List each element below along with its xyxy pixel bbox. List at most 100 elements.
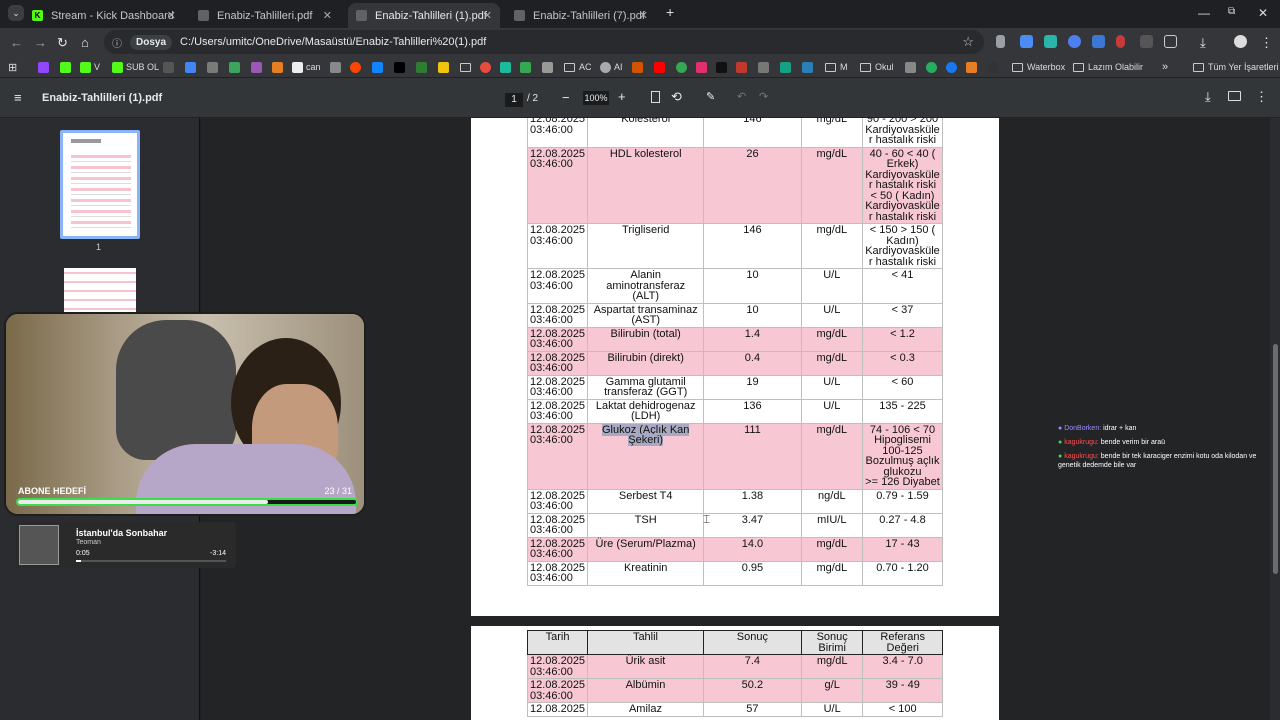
bookmark-ai[interactable]: AI: [600, 60, 623, 74]
menu-kebab-icon[interactable]: ⋮: [1260, 35, 1273, 51]
bookmark-tiktok[interactable]: [716, 60, 730, 74]
bookmark-x[interactable]: [394, 60, 408, 74]
bookmark-icon[interactable]: [330, 60, 344, 74]
page-number-input[interactable]: 1: [505, 93, 523, 107]
bookmark-maps[interactable]: [676, 60, 690, 74]
download-icon[interactable]: ⤓: [1200, 35, 1206, 51]
browser-tab[interactable]: Enabiz-Tahlilleri (7).pdf ✕: [506, 3, 656, 28]
more-options-icon[interactable]: ⋮: [1255, 89, 1268, 105]
pen-extension-icon[interactable]: [996, 35, 1005, 48]
bookmark-instagram[interactable]: [696, 60, 710, 74]
info-icon[interactable]: ⓘ: [112, 35, 122, 50]
bookmark-icon[interactable]: [736, 60, 750, 74]
bookmark-can[interactable]: can: [292, 60, 321, 74]
sidebar-menu-icon[interactable]: ≡: [14, 90, 22, 105]
bookmark-icon[interactable]: [632, 60, 646, 74]
chat-username: DonBorken:: [1064, 425, 1102, 432]
annotate-icon[interactable]: ✎: [706, 90, 715, 103]
bookmarks-more[interactable]: »: [1162, 60, 1168, 74]
apps-grid-icon[interactable]: ⊞: [8, 60, 17, 74]
tab-close-icon[interactable]: ✕: [323, 9, 332, 22]
bookmark-icon[interactable]: [416, 60, 430, 74]
bookmark-reddit[interactable]: [350, 60, 364, 74]
undo-icon[interactable]: ↶: [737, 90, 746, 103]
bookmark-icon[interactable]: [251, 60, 265, 74]
bookmark-bluesky[interactable]: [372, 60, 386, 74]
browser-tab[interactable]: Enabiz-Tahlilleri.pdf ✕: [190, 3, 340, 28]
profile-avatar[interactable]: [1234, 35, 1247, 48]
zoom-in-icon[interactable]: +: [618, 89, 626, 104]
extension-icon[interactable]: [1020, 35, 1033, 48]
bookmark-icon[interactable]: [438, 60, 452, 74]
bookmark-icon[interactable]: [802, 60, 816, 74]
print-icon[interactable]: [1228, 91, 1241, 101]
tab-close-icon[interactable]: ✕: [639, 9, 648, 22]
new-tab-plus-icon[interactable]: +: [666, 4, 674, 20]
bookmark-icon[interactable]: [542, 60, 556, 74]
bookmark-icon[interactable]: [229, 60, 243, 74]
bookmark-folder-lazim[interactable]: Lazım Olabilir: [1073, 60, 1143, 74]
bookmark-folder-ac[interactable]: AC: [564, 60, 592, 74]
page-thumbnail-2[interactable]: [64, 268, 136, 312]
bookmark-twitch[interactable]: [38, 60, 52, 74]
download-pdf-icon[interactable]: ⤓: [1205, 89, 1211, 105]
bookmark-icon[interactable]: [905, 60, 919, 74]
tab-close-icon[interactable]: ✕: [483, 9, 492, 22]
bookmark-folder-okul[interactable]: Okul: [860, 60, 894, 74]
zoom-level[interactable]: 100%: [583, 91, 609, 105]
table-row: 12.08.2025 03:46:00 Alanin aminotransfera…: [526, 268, 944, 304]
bookmark-icon[interactable]: [500, 60, 514, 74]
browser-tab[interactable]: K Stream - Kick Dashboard ✕: [24, 3, 184, 28]
bookmark-icon[interactable]: [926, 60, 940, 74]
translate-extension-icon[interactable]: [1092, 35, 1105, 48]
rotate-icon[interactable]: ⟲: [671, 89, 682, 105]
bookmark-star-icon[interactable]: ☆: [962, 34, 974, 50]
bookmark-icon[interactable]: [163, 60, 177, 74]
address-bar[interactable]: ⓘ Dosya C:/Users/umitc/OneDrive/Masaüstü…: [104, 30, 984, 54]
home-icon[interactable]: ⌂: [81, 35, 89, 50]
close-window-icon[interactable]: ✕: [1258, 6, 1268, 20]
bookmark-youtube[interactable]: [654, 60, 668, 74]
forward-icon[interactable]: →: [34, 35, 47, 50]
restore-icon[interactable]: ⧉: [1228, 6, 1235, 17]
extension-icon[interactable]: [1044, 35, 1057, 48]
bookmark-drive[interactable]: [520, 60, 534, 74]
bookmark-sub-ol[interactable]: SUB OL: [112, 60, 159, 74]
date-cell-text: 12.08.2025 03:46:00: [530, 423, 586, 446]
browser-tab[interactable]: Enabiz-Tahlilleri (1).pdf ✕: [348, 3, 500, 28]
bookmark-icon[interactable]: [780, 60, 794, 74]
bookmark-icon[interactable]: [207, 60, 221, 74]
bookmark-folder-all[interactable]: Tüm Yer İşaretleri: [1193, 60, 1279, 74]
date-cell-text: 12.08.2025 03:46:00: [530, 147, 586, 170]
zoom-out-icon[interactable]: −: [562, 90, 570, 105]
redo-icon[interactable]: ↷: [759, 90, 768, 103]
bookmark-github[interactable]: [988, 60, 1002, 74]
bookmark-facebook[interactable]: [946, 60, 960, 74]
bookmark-dh[interactable]: [272, 60, 286, 74]
bookmark-folder-waterbox[interactable]: Waterbox: [1012, 60, 1065, 74]
fit-page-icon[interactable]: [651, 91, 660, 103]
tab-search-icon[interactable]: ⌄: [8, 5, 24, 21]
bookmark-folder[interactable]: [460, 60, 475, 74]
minimize-icon[interactable]: —: [1198, 6, 1210, 20]
page-thumbnail-1[interactable]: [60, 130, 140, 239]
unit-cell-text: U/L: [823, 269, 841, 281]
tab-close-icon[interactable]: ✕: [167, 9, 176, 22]
bookmark-icon[interactable]: [758, 60, 772, 74]
url-text[interactable]: C:/Users/umitc/OneDrive/Masaüstü/Enabiz-…: [180, 36, 486, 48]
pdf-scrollbar[interactable]: [1270, 118, 1280, 720]
bookmark-kick-v[interactable]: K VV: [80, 60, 100, 74]
extension-icon[interactable]: [1068, 35, 1081, 48]
bookmark-icon[interactable]: [480, 60, 494, 74]
extension-icon[interactable]: [1116, 35, 1125, 48]
back-icon[interactable]: ←: [10, 35, 23, 50]
reference-cell-text: 135 - 225: [879, 399, 926, 412]
bookmark-folder-m[interactable]: M: [825, 60, 848, 74]
scrollbar-thumb[interactable]: [1273, 344, 1278, 574]
extensions-puzzle-icon[interactable]: [1164, 35, 1177, 48]
bookmark-kick[interactable]: [60, 60, 74, 74]
bookmark-icon[interactable]: [185, 60, 199, 74]
reload-icon[interactable]: ↻: [57, 35, 68, 51]
bookmark-icon[interactable]: [966, 60, 980, 74]
extension-icon[interactable]: [1140, 35, 1153, 48]
